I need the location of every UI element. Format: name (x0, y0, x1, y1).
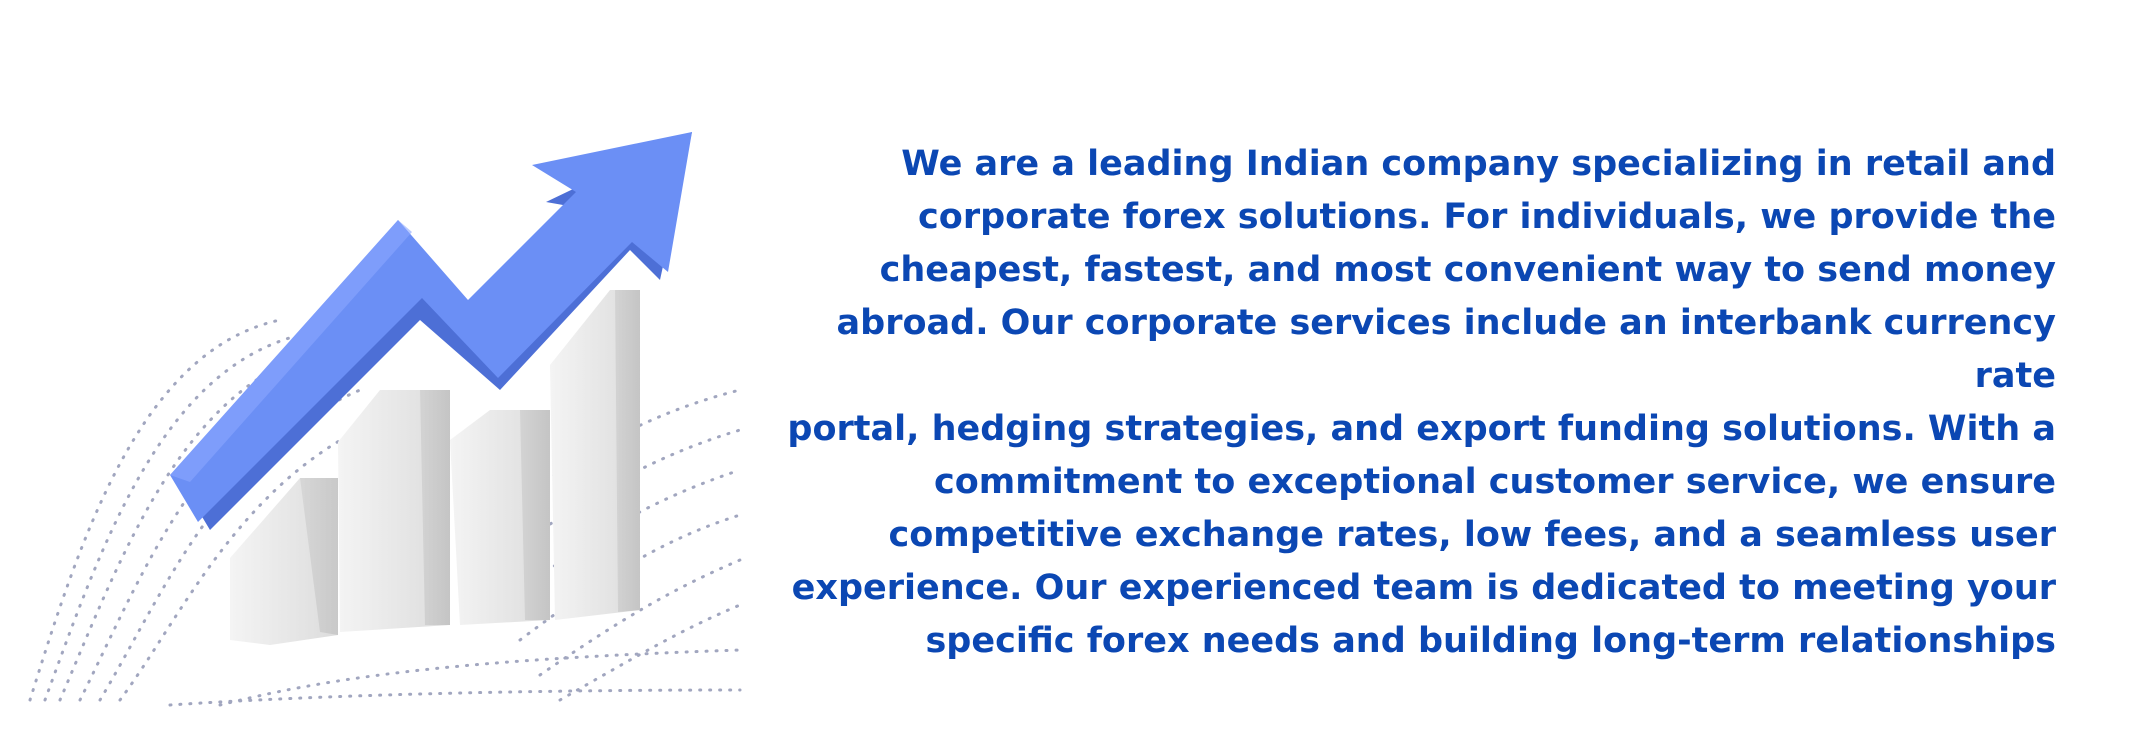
about-line: abroad. Our corporate services include a… (836, 303, 2056, 396)
about-line: portal, hedging strategies, and export f… (787, 409, 2056, 449)
about-line: competitive exchange rates, low fees, an… (888, 515, 2056, 555)
about-line: cheapest, fastest, and most convenient w… (879, 250, 2056, 290)
about-company-text: We are a leading Indian company speciali… (756, 138, 2056, 668)
about-line: We are a leading Indian company speciali… (901, 144, 2056, 184)
about-line: experience. Our experienced team is dedi… (791, 568, 2056, 608)
growth-chart-arrow-icon (28, 132, 742, 707)
growth-chart-illustration (20, 120, 760, 710)
about-line: specific forex needs and building long-t… (925, 621, 2056, 661)
about-line: corporate forex solutions. For individua… (918, 197, 2056, 237)
about-line: commitment to exceptional customer servi… (934, 462, 2056, 502)
